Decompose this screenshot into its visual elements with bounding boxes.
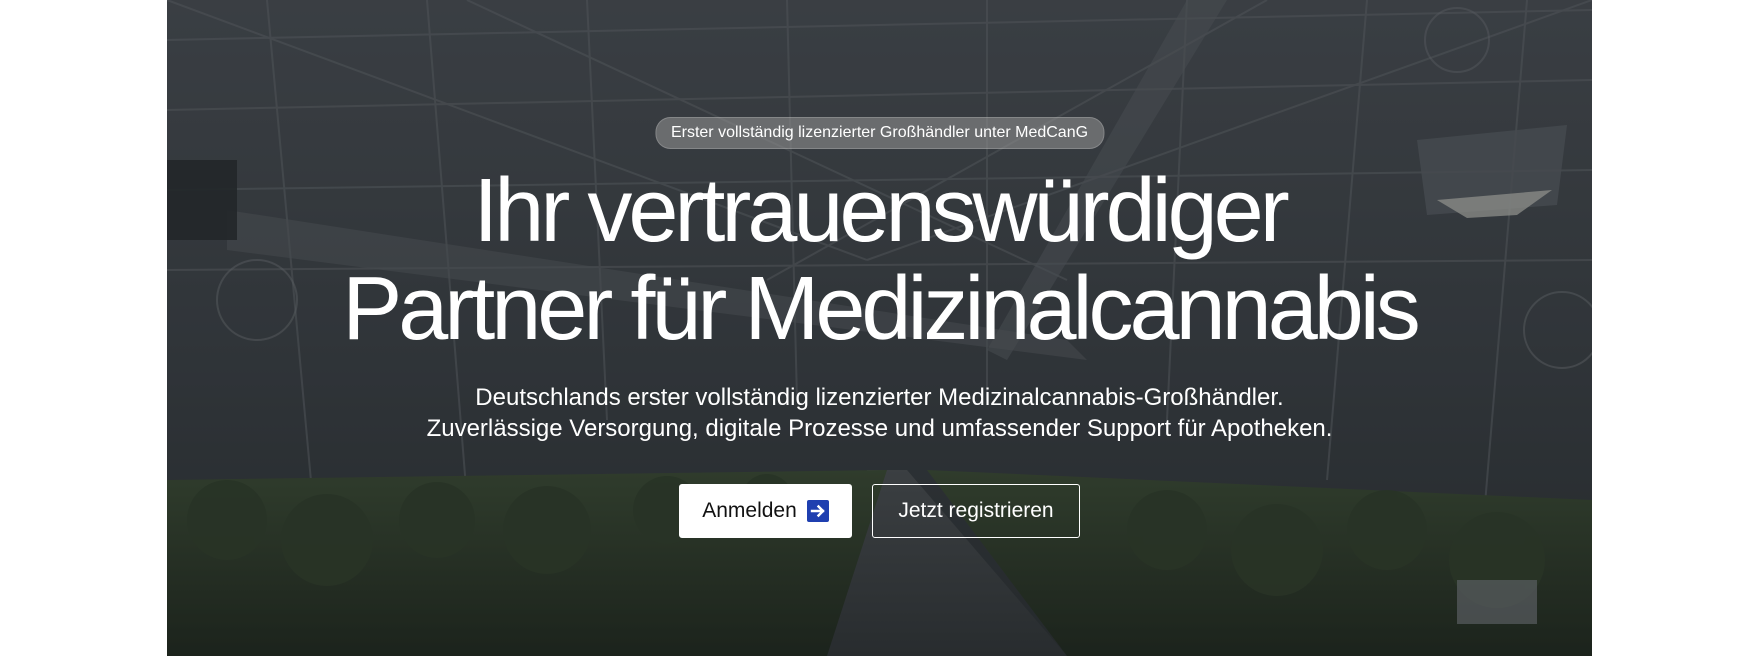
hero-headline: Ihr vertrauenswürdiger Partner für Mediz… xyxy=(167,162,1592,358)
headline-line-1: Ihr vertrauenswürdiger xyxy=(473,161,1289,261)
subtext-line-1: Deutschlands erster vollständig lizenzie… xyxy=(475,384,1284,411)
license-badge: Erster vollständig lizenzierter Großhänd… xyxy=(654,117,1105,149)
login-button[interactable]: Anmelden xyxy=(679,484,852,538)
arrow-right-icon xyxy=(806,500,829,522)
hero-actions: Anmelden Jetzt registrieren xyxy=(167,484,1592,538)
register-button-label: Jetzt registrieren xyxy=(898,499,1054,522)
login-button-label: Anmelden xyxy=(702,499,797,522)
subtext-line-2: Zuverlässige Versorgung, digitale Prozes… xyxy=(426,415,1333,442)
hero-content: Erster vollständig lizenzierter Großhänd… xyxy=(167,0,1592,656)
hero-section: Erster vollständig lizenzierter Großhänd… xyxy=(167,0,1592,656)
page: Erster vollständig lizenzierter Großhänd… xyxy=(0,0,1760,656)
register-button[interactable]: Jetzt registrieren xyxy=(872,484,1080,538)
hero-subtext: Deutschlands erster vollständig lizenzie… xyxy=(167,382,1592,444)
headline-line-2: Partner für Medizinalcannabis xyxy=(342,259,1421,359)
